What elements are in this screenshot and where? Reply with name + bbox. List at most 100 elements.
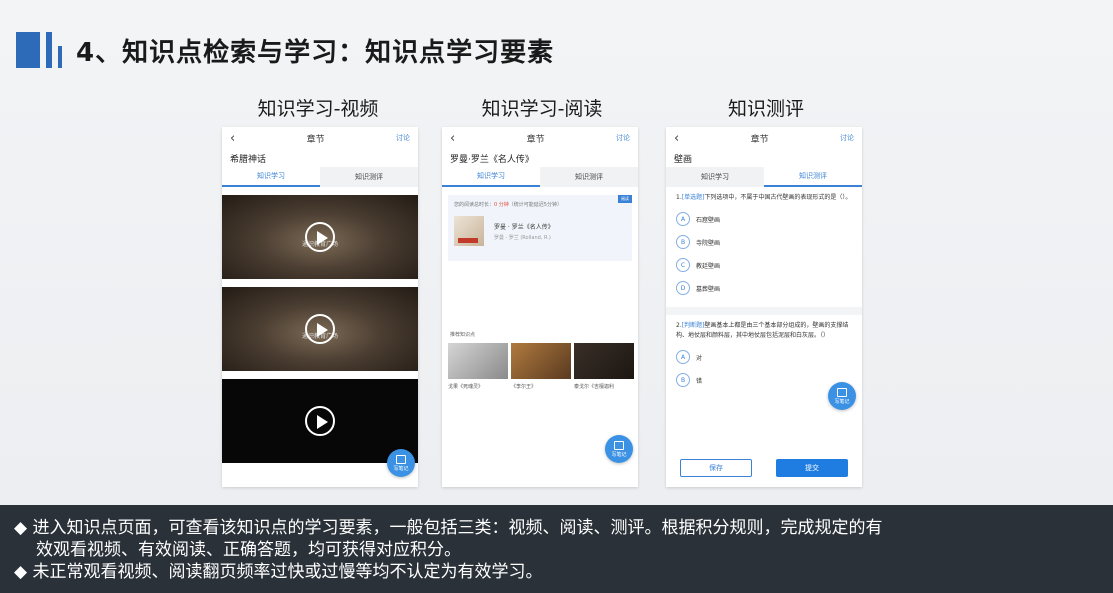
edit-icon [396,454,406,464]
discuss-link[interactable]: 讨论 [840,133,854,143]
option-key: C [676,258,690,272]
bullet-2: ◆ 未正常观看视频、阅读翻页频率过快或过慢等均不认定为有效学习。 [14,562,543,582]
knowledge-point-title: 壁画 [674,155,693,165]
phone-header: ‹ 章节 讨论 [222,127,418,149]
divider [666,307,862,315]
option-key: B [676,373,690,387]
video-player[interactable] [222,379,418,463]
tab-knowledge-quiz[interactable]: 知识测评 [764,167,862,187]
knowledge-point-title: 罗曼·罗兰《名人传》 [450,155,534,165]
tab-bar: 知识学习 知识测评 [222,167,418,187]
header-title: 章节 [306,134,325,145]
column-heading-reading: 知识学习-阅读 [481,98,603,120]
back-icon[interactable]: ‹ [450,131,455,146]
back-icon[interactable]: ‹ [674,131,679,146]
book-cover-image [454,216,484,246]
answer-option[interactable]: A 石窟壁画 [676,212,852,226]
question-text: 2.[判断题]壁画基本上都是由三个基本部分组成的，壁画的支撑结构、地仗层和颜料层… [676,322,849,339]
question-body: 下列选项中，不属于中国古代壁画的表现形式的是（）。 [704,194,852,201]
question-type-tag: [单选题] [681,194,705,201]
question-text: 1.[单选题]下列选项中，不属于中国古代壁画的表现形式的是（）。 [676,194,852,201]
reading-card[interactable]: 阅读 您的阅读总时长：0 分钟（统计可能延迟5分钟） 罗曼 · 罗兰《名人传》 … [448,195,632,261]
write-note-button[interactable]: 写笔记 [828,382,856,410]
question-single-choice: 1.[单选题]下列选项中，不属于中国古代壁画的表现形式的是（）。 A 石窟壁画 B… [666,187,862,295]
phone-header: ‹ 章节 讨论 [442,127,638,149]
recommended-item[interactable]: 戈果《死魂灵》 [448,343,508,390]
video-player[interactable]: 通识教育广场 [222,195,418,279]
option-key: A [676,350,690,364]
tab-knowledge-learning[interactable]: 知识学习 [666,167,764,187]
write-note-button[interactable]: 写笔记 [605,435,633,463]
slide-title: 4、知识点检索与学习：知识点学习要素 [76,37,555,68]
option-text: 墓葬壁画 [696,285,721,293]
play-icon[interactable] [305,222,335,252]
tab-knowledge-learning[interactable]: 知识学习 [442,167,540,187]
answer-option[interactable]: C 教廷壁画 [676,258,852,272]
recommended-label: 推荐知识点 [450,332,476,338]
bottom-notes-panel: ◆ 进入知识点页面，可查看该知识点的学习要素，一般包括三类：视频、阅读、测评。根… [0,505,1113,593]
phone-screen-reading: ‹ 章节 讨论 罗曼·罗兰《名人传》 知识学习 知识测评 阅读 您的阅读总时长：… [442,127,638,487]
write-note-label: 写笔记 [393,465,409,472]
recommended-thumbnail [574,343,634,379]
option-text: 石窟壁画 [696,216,721,224]
save-button[interactable]: 保存 [680,459,752,477]
discuss-link[interactable]: 讨论 [396,133,410,143]
back-icon[interactable]: ‹ [230,131,235,146]
write-note-label: 写笔记 [611,451,627,458]
reading-badge: 阅读 [618,195,632,203]
phone-screen-video: ‹ 章节 讨论 希腊神话 知识学习 知识测评 通识教育广场 通识教育广场 写笔记 [222,127,418,487]
answer-option[interactable]: D 墓葬壁画 [676,281,852,295]
answer-option[interactable]: A对 [676,350,852,364]
column-heading-video: 知识学习-视频 [257,98,379,120]
option-text: 错 [696,377,703,385]
option-key: D [676,281,690,295]
recommended-thumbnail [448,343,508,379]
book-item[interactable]: 罗曼 · 罗兰《名人传》 罗曼 · 罗兰 (Rolland, R.) [454,216,626,246]
option-key: B [676,235,690,249]
tab-bar: 知识学习 知识测评 [442,167,638,187]
phone-header: ‹ 章节 讨论 [666,127,862,149]
question-true-false: 2.[判断题]壁画基本上都是由三个基本部分组成的，壁画的支撑结构、地仗层和颜料层… [666,315,862,387]
option-text: 教廷壁画 [696,262,721,270]
reading-duration-value: 0 分钟 [494,202,509,208]
book-author: 罗曼 · 罗兰 (Rolland, R.) [494,234,551,241]
option-key: A [676,212,690,226]
recommended-caption: 戈果《死魂灵》 [448,384,484,390]
title-accent-bar [46,32,52,68]
write-note-label: 写笔记 [834,398,850,405]
recommended-item[interactable]: 泰戈尔《吉檀迦利 [574,343,634,390]
edit-icon [614,440,624,450]
slide-title-bar: 4、知识点检索与学习：知识点学习要素 [16,30,554,70]
option-text: 对 [696,354,703,362]
video-player[interactable]: 通识教育广场 [222,287,418,371]
bullet-1-line-1: ◆ 进入知识点页面，可查看该知识点的学习要素，一般包括三类：视频、阅读、测评。根… [14,518,883,538]
tab-knowledge-quiz[interactable]: 知识测评 [540,167,638,187]
title-accent-block [16,32,40,68]
knowledge-point-title: 希腊神话 [230,155,267,165]
title-accent-bar-small [58,46,62,68]
submit-button[interactable]: 提交 [776,459,848,477]
reading-duration: 您的阅读总时长：0 分钟（统计可能延迟5分钟） [454,201,626,208]
recommended-caption: 《李尔王》 [511,384,537,390]
tab-knowledge-learning[interactable]: 知识学习 [222,167,320,187]
column-heading-quiz: 知识测评 [727,98,804,120]
recommended-caption: 泰戈尔《吉檀迦利 [574,384,615,390]
answer-option[interactable]: B 寺院壁画 [676,235,852,249]
slide-canvas: 4、知识点检索与学习：知识点学习要素 知识学习-视频 知识学习-阅读 知识测评 … [0,0,1113,505]
recommended-list: 戈果《死魂灵》 《李尔王》 泰戈尔《吉檀迦利 [442,338,638,390]
discuss-link[interactable]: 讨论 [616,133,630,143]
write-note-button[interactable]: 写笔记 [387,449,415,477]
play-icon[interactable] [305,406,335,436]
option-text: 寺院壁画 [696,239,721,247]
edit-icon [837,387,847,397]
header-title: 章节 [750,134,769,145]
question-type-tag: [判断题] [681,322,705,329]
answer-option[interactable]: B错 [676,373,852,387]
phone-screen-quiz: ‹ 章节 讨论 壁画 知识学习 知识测评 1.[单选题]下列选项中，不属于中国古… [666,127,862,487]
tab-knowledge-quiz[interactable]: 知识测评 [320,167,418,187]
tab-bar: 知识学习 知识测评 [666,167,862,187]
header-title: 章节 [526,134,545,145]
recommended-item[interactable]: 《李尔王》 [511,343,571,390]
recommended-thumbnail [511,343,571,379]
play-icon[interactable] [305,314,335,344]
